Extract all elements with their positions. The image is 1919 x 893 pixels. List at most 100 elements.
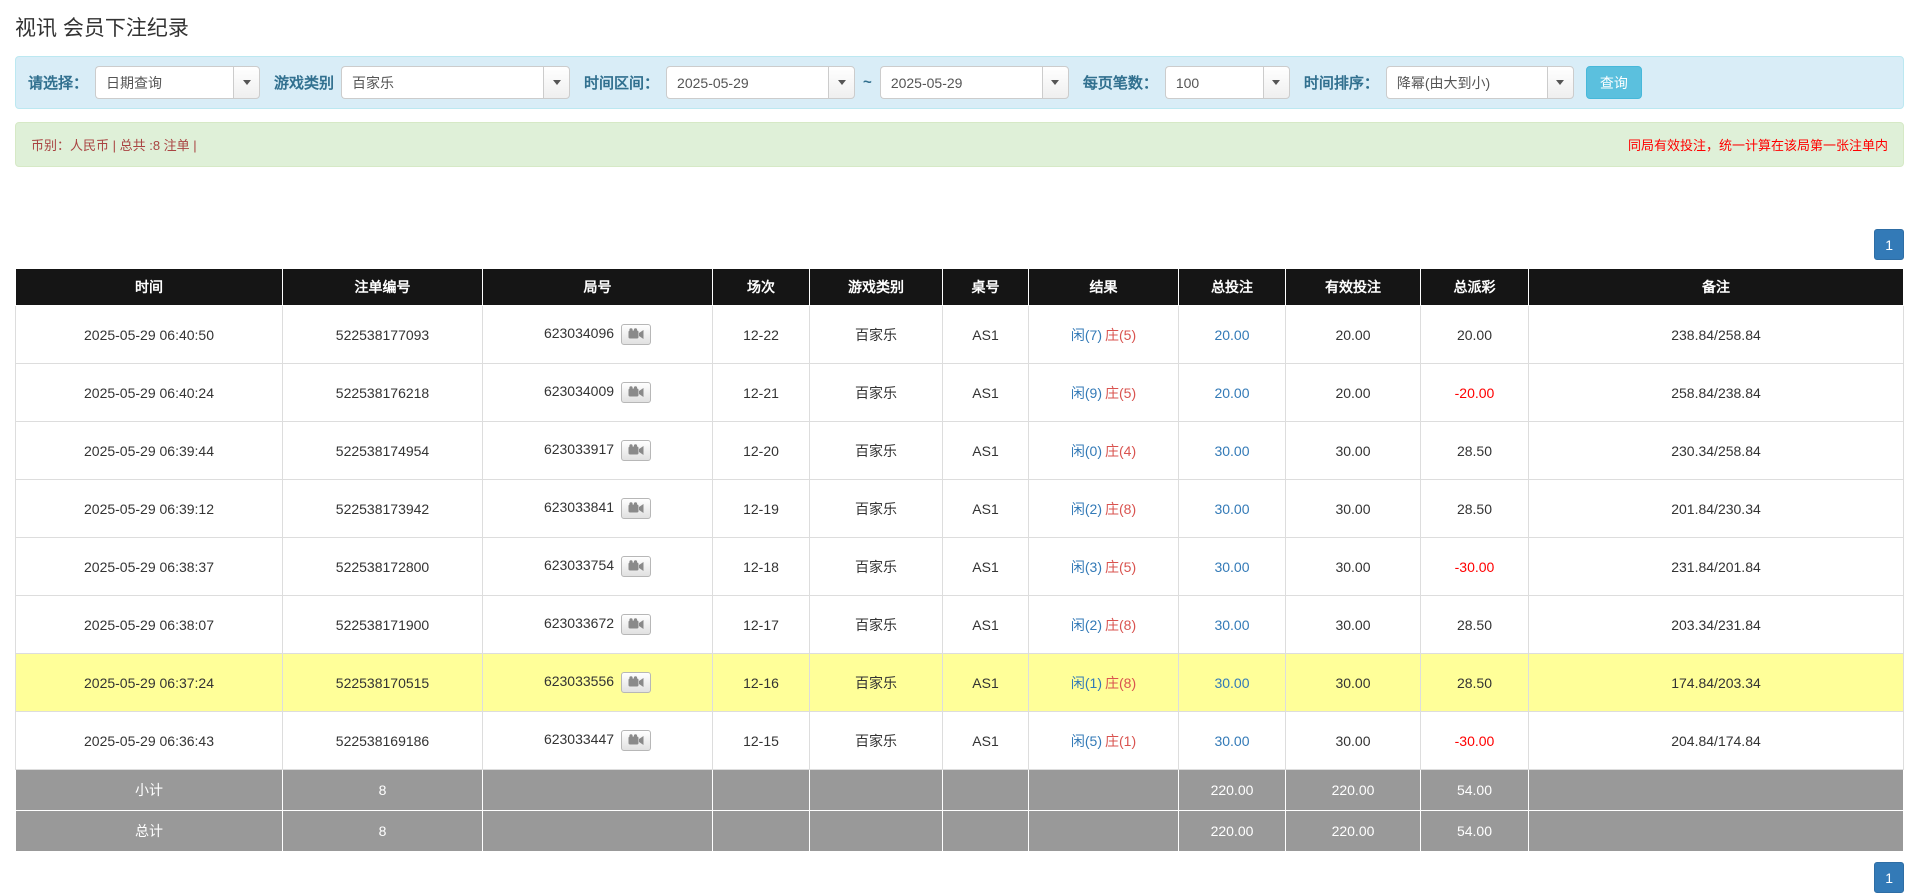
page-size-label: 每页笔数：	[1083, 72, 1158, 93]
total-row: 总计 8 220.00 220.00 54.00	[16, 811, 1904, 852]
query-type-input[interactable]	[95, 66, 233, 99]
column-header: 注单编号	[283, 269, 483, 306]
game-type-input[interactable]	[341, 66, 543, 99]
cell-payout: -30.00	[1421, 538, 1529, 596]
cell-table-no: AS1	[943, 654, 1029, 712]
video-button[interactable]	[621, 672, 651, 693]
page-1-button[interactable]: 1	[1874, 862, 1904, 893]
cell-payout: 28.50	[1421, 596, 1529, 654]
sort-dropdown-button[interactable]	[1547, 66, 1574, 99]
filter-group-game-type: 游戏类别	[274, 66, 570, 99]
cell-table-no: AS1	[943, 480, 1029, 538]
result-player: 闲(7)	[1071, 327, 1102, 343]
column-header: 结果	[1029, 269, 1179, 306]
cell-time: 2025-05-29 06:38:37	[16, 538, 283, 596]
cell-valid-bet: 30.00	[1286, 422, 1421, 480]
cell-game-type: 百家乐	[810, 712, 943, 770]
search-button[interactable]: 查询	[1586, 66, 1642, 99]
video-button[interactable]	[621, 440, 651, 461]
result-player: 闲(5)	[1071, 733, 1102, 749]
total-bet-link[interactable]: 30.00	[1214, 733, 1249, 749]
time-range-label: 时间区间：	[584, 72, 659, 93]
page-1-button[interactable]: 1	[1874, 229, 1904, 260]
column-header: 游戏类别	[810, 269, 943, 306]
total-bet-link[interactable]: 20.00	[1214, 327, 1249, 343]
video-button[interactable]	[621, 324, 651, 345]
page-size-dropdown-button[interactable]	[1263, 66, 1290, 99]
result-banker: 庄(5)	[1105, 327, 1136, 343]
round-id-text: 623034096	[544, 325, 614, 341]
game-type-dropdown-button[interactable]	[543, 66, 570, 99]
cell-result: 闲(5)庄(1)	[1029, 712, 1179, 770]
date-from-input[interactable]	[666, 66, 828, 99]
cell-result: 闲(3)庄(5)	[1029, 538, 1179, 596]
date-to-input[interactable]	[880, 66, 1042, 99]
cell-table-no: AS1	[943, 422, 1029, 480]
bet-records-table: 时间注单编号局号场次游戏类别桌号结果总投注有效投注总派彩备注 2025-05-2…	[15, 268, 1904, 852]
page-size-input[interactable]	[1165, 66, 1263, 99]
select-label: 请选择：	[28, 72, 88, 93]
total-bet-link[interactable]: 30.00	[1214, 675, 1249, 691]
total-bet-link[interactable]: 30.00	[1214, 443, 1249, 459]
cell-game-type: 百家乐	[810, 422, 943, 480]
cell-total-bet: 20.00	[1179, 364, 1286, 422]
sort-label: 时间排序：	[1304, 72, 1379, 93]
total-bet-link[interactable]: 30.00	[1214, 501, 1249, 517]
result-banker: 庄(8)	[1105, 675, 1136, 691]
cell-session: 12-18	[713, 538, 810, 596]
result-player: 闲(9)	[1071, 385, 1102, 401]
cell-bet-id: 522538172800	[283, 538, 483, 596]
cell-table-no: AS1	[943, 596, 1029, 654]
total-empty	[943, 811, 1029, 852]
total-empty	[483, 811, 713, 852]
cell-remark: 231.84/201.84	[1529, 538, 1904, 596]
chevron-down-icon	[553, 80, 561, 85]
round-id-text: 623033754	[544, 557, 614, 573]
chevron-down-icon	[243, 80, 251, 85]
page-size-combobox	[1165, 66, 1290, 99]
date-from-dropdown-button[interactable]	[828, 66, 855, 99]
result-banker: 庄(1)	[1105, 733, 1136, 749]
game-type-combobox	[341, 66, 570, 99]
result-player: 闲(3)	[1071, 559, 1102, 575]
cell-valid-bet: 30.00	[1286, 596, 1421, 654]
result-player: 闲(2)	[1071, 501, 1102, 517]
date-to-dropdown-button[interactable]	[1042, 66, 1069, 99]
video-button[interactable]	[621, 498, 651, 519]
subtotal-payout: 54.00	[1421, 770, 1529, 811]
subtotal-empty	[713, 770, 810, 811]
cell-total-bet: 30.00	[1179, 480, 1286, 538]
cell-valid-bet: 30.00	[1286, 538, 1421, 596]
result-player: 闲(0)	[1071, 443, 1102, 459]
cell-bet-id: 522538173942	[283, 480, 483, 538]
video-button[interactable]	[621, 730, 651, 751]
table-row: 2025-05-29 06:40:24522538176218623034009…	[16, 364, 1904, 422]
cell-bet-id: 522538169186	[283, 712, 483, 770]
cell-remark: 238.84/258.84	[1529, 306, 1904, 364]
cell-time: 2025-05-29 06:39:12	[16, 480, 283, 538]
cell-remark: 174.84/203.34	[1529, 654, 1904, 712]
cell-remark: 201.84/230.34	[1529, 480, 1904, 538]
cell-payout: 28.50	[1421, 480, 1529, 538]
sort-input[interactable]	[1386, 66, 1547, 99]
total-bet-link[interactable]: 20.00	[1214, 385, 1249, 401]
column-header: 桌号	[943, 269, 1029, 306]
result-player: 闲(1)	[1071, 675, 1102, 691]
subtotal-total-bet: 220.00	[1179, 770, 1286, 811]
round-id-text: 623033672	[544, 615, 614, 631]
round-id-text: 623033917	[544, 441, 614, 457]
video-button[interactable]	[621, 556, 651, 577]
total-payout: 54.00	[1421, 811, 1529, 852]
filter-bar: 请选择： 游戏类别 时间区间： ~	[15, 56, 1904, 109]
query-type-dropdown-button[interactable]	[233, 66, 260, 99]
video-button[interactable]	[621, 614, 651, 635]
total-bet-link[interactable]: 30.00	[1214, 617, 1249, 633]
column-header: 有效投注	[1286, 269, 1421, 306]
column-header: 场次	[713, 269, 810, 306]
column-header: 局号	[483, 269, 713, 306]
sort-combobox	[1386, 66, 1574, 99]
total-bet-link[interactable]: 30.00	[1214, 559, 1249, 575]
game-type-label: 游戏类别	[274, 72, 334, 93]
video-button[interactable]	[621, 382, 651, 403]
cell-game-type: 百家乐	[810, 306, 943, 364]
